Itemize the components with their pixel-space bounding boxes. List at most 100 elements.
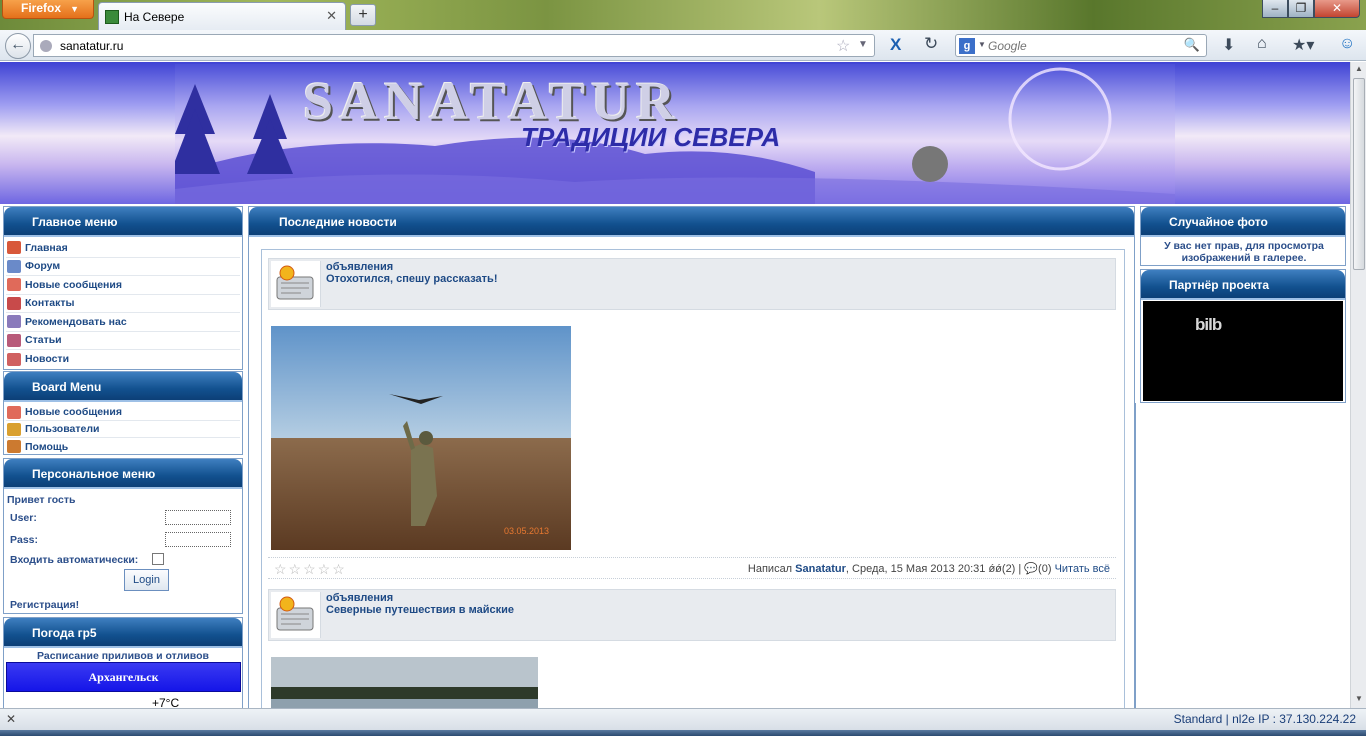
site-favicon-icon bbox=[105, 10, 119, 24]
new-tab-button[interactable]: + bbox=[350, 4, 376, 26]
autologin-checkbox[interactable] bbox=[152, 553, 164, 565]
articles-icon bbox=[7, 333, 21, 347]
new-posts-icon bbox=[7, 278, 21, 292]
comments-icon[interactable]: 💬 bbox=[1024, 563, 1038, 575]
address-bar[interactable]: sanatatur.ru ☆ ▼ bbox=[33, 34, 875, 57]
news-item-header: объявления Отохотился, спешу рассказать! bbox=[268, 258, 1116, 310]
page-viewport: SANATATUR ТРАДИЦИИ СЕВЕРА Главное меню Г… bbox=[0, 62, 1350, 708]
username-field[interactable] bbox=[165, 510, 231, 525]
user-label: User: bbox=[10, 512, 37, 524]
personal-menu-box: Персональное меню Привет гость User: Pas… bbox=[3, 458, 243, 614]
greeting-text: Привет гость bbox=[7, 494, 76, 506]
users-icon bbox=[7, 422, 21, 436]
random-photo-title: Случайное фото bbox=[1141, 207, 1345, 237]
close-status-icon[interactable]: ✕ bbox=[6, 712, 16, 726]
autologin-label: Входить автоматически: bbox=[10, 554, 139, 566]
search-input[interactable] bbox=[988, 37, 1178, 54]
reload-icon[interactable]: ↻ bbox=[924, 34, 938, 54]
photo-date-stamp: 03.05.2013 bbox=[503, 526, 549, 536]
addon-icon[interactable]: ☺ bbox=[1339, 35, 1355, 53]
board-item-users[interactable]: Пользователи bbox=[6, 421, 240, 438]
search-icon[interactable]: 🔍 bbox=[1184, 37, 1200, 53]
xmarks-icon[interactable]: X bbox=[890, 35, 901, 55]
google-icon[interactable]: g bbox=[959, 38, 975, 54]
pass-label: Pass: bbox=[10, 534, 39, 546]
tab-active[interactable]: На Севере ✕ bbox=[98, 2, 346, 30]
main-menu-list: Главная Форум Новые сообщения Контакты Р… bbox=[4, 237, 242, 371]
news-item-meta: ☆☆☆☆☆ Написал Sanatatur, Среда, 15 Мая 2… bbox=[268, 557, 1116, 579]
random-photo-box: Случайное фото У вас нет прав, для просм… bbox=[1140, 206, 1346, 266]
close-window-button[interactable]: ✕ bbox=[1314, 0, 1360, 18]
newspaper-icon bbox=[271, 261, 321, 307]
author-link[interactable]: Sanatatur bbox=[795, 563, 846, 575]
vertical-scrollbar[interactable]: ▲ ▼ bbox=[1350, 62, 1366, 708]
news-title-link[interactable]: Отохотился, спешу рассказать! bbox=[326, 273, 497, 285]
tab-close-icon[interactable]: ✕ bbox=[326, 8, 337, 24]
main-menu-box: Главное меню Главная Форум Новые сообщен… bbox=[3, 206, 243, 370]
back-button[interactable]: ← bbox=[5, 33, 31, 59]
menu-item-news[interactable]: Новости bbox=[6, 350, 240, 369]
minimize-button[interactable]: – bbox=[1262, 0, 1288, 18]
firefox-menu-button[interactable]: Firefox ▼ bbox=[2, 0, 94, 19]
news-category-link[interactable]: объявления bbox=[326, 592, 393, 604]
scroll-up-icon[interactable]: ▲ bbox=[1353, 64, 1365, 76]
hunting-photo[interactable]: 03.05.2013 bbox=[271, 326, 571, 550]
read-more-link[interactable]: Читать всё bbox=[1055, 563, 1110, 575]
history-dropdown-icon[interactable]: ▼ bbox=[858, 39, 868, 50]
news-box: Последние новости объявления Отохотился,… bbox=[248, 206, 1135, 708]
board-item-help[interactable]: Помощь bbox=[6, 438, 240, 455]
random-photo-text: У вас нет прав, для просмотра изображени… bbox=[1164, 240, 1324, 264]
maximize-button[interactable]: ❐ bbox=[1288, 0, 1314, 18]
news-title-link[interactable]: Северные путешествия в майские bbox=[326, 604, 514, 616]
status-bar: ✕ Standard | nl2e IP : 37.130.224.22 bbox=[0, 708, 1366, 730]
scroll-down-icon[interactable]: ▼ bbox=[1353, 694, 1365, 706]
search-box: g ▼ 🔍 bbox=[955, 34, 1207, 57]
new-posts-icon bbox=[7, 405, 21, 419]
scrollbar-thumb[interactable] bbox=[1353, 78, 1365, 270]
partner-banner[interactable]: bilb bbox=[1143, 301, 1343, 401]
home-icon[interactable]: ⌂ bbox=[1257, 35, 1267, 53]
news-category-link[interactable]: объявления bbox=[326, 261, 393, 273]
navigation-bar: ← sanatatur.ru ☆ ▼ X ↻ g ▼ 🔍 ⬇ ⌂ ★▾ ☺ bbox=[0, 30, 1366, 61]
menu-item-contacts[interactable]: Контакты bbox=[6, 295, 240, 313]
views-count: (2) bbox=[1001, 563, 1016, 575]
partner-title: Партнёр проекта bbox=[1141, 270, 1345, 300]
comments-count[interactable]: (0) bbox=[1038, 563, 1051, 575]
partner-logo: bilb bbox=[1195, 315, 1222, 334]
views-icon: ǿǿ bbox=[988, 563, 1002, 575]
weather-temp: +7°C bbox=[152, 696, 180, 708]
slogan-text: ТРАДИЦИИ СЕВЕРА bbox=[521, 122, 781, 152]
home-icon bbox=[7, 241, 21, 255]
help-icon bbox=[7, 440, 21, 453]
addon-status-text: Standard | nl2e IP : 37.130.224.22 bbox=[1173, 712, 1356, 726]
news-title: Последние новости bbox=[249, 207, 1134, 237]
menu-item-forum[interactable]: Форум bbox=[6, 258, 240, 276]
login-button[interactable]: Login bbox=[124, 569, 169, 591]
register-link[interactable]: Регистрация! bbox=[10, 599, 79, 611]
main-menu-title: Главное меню bbox=[4, 207, 242, 237]
partner-box: Партнёр проекта bilb bbox=[1140, 269, 1346, 403]
bookmarks-icon[interactable]: ★▾ bbox=[1292, 35, 1314, 55]
rating-stars-icon[interactable]: ☆☆☆☆☆ bbox=[274, 561, 347, 578]
board-menu-list: Новые сообщения Пользователи Помощь bbox=[4, 402, 242, 457]
dropdown-arrow-icon: ▼ bbox=[70, 4, 79, 14]
tides-link[interactable]: Расписание приливов и отливов bbox=[4, 650, 242, 662]
weather-title: Погода гр5 bbox=[4, 618, 242, 648]
os-taskbar bbox=[0, 730, 1366, 736]
password-field[interactable] bbox=[165, 532, 231, 547]
menu-item-articles[interactable]: Статьи bbox=[6, 332, 240, 350]
lake-photo[interactable] bbox=[271, 657, 538, 708]
engine-dropdown-icon[interactable]: ▼ bbox=[978, 40, 986, 49]
downloads-icon[interactable]: ⬇ bbox=[1222, 35, 1235, 55]
contacts-icon bbox=[7, 296, 21, 310]
menu-item-home[interactable]: Главная bbox=[6, 239, 240, 258]
board-item-new-posts[interactable]: Новые сообщения bbox=[6, 404, 240, 421]
weather-city: Архангельск bbox=[6, 662, 241, 692]
bookmark-star-icon[interactable]: ☆ bbox=[836, 36, 850, 56]
globe-icon bbox=[40, 40, 52, 52]
menu-item-new-posts[interactable]: Новые сообщения bbox=[6, 276, 240, 295]
forum-icon bbox=[7, 259, 21, 273]
board-menu-title: Board Menu bbox=[4, 372, 242, 402]
meta-prefix: Написал bbox=[747, 563, 793, 575]
menu-item-recommend[interactable]: Рекомендовать нас bbox=[6, 313, 240, 332]
